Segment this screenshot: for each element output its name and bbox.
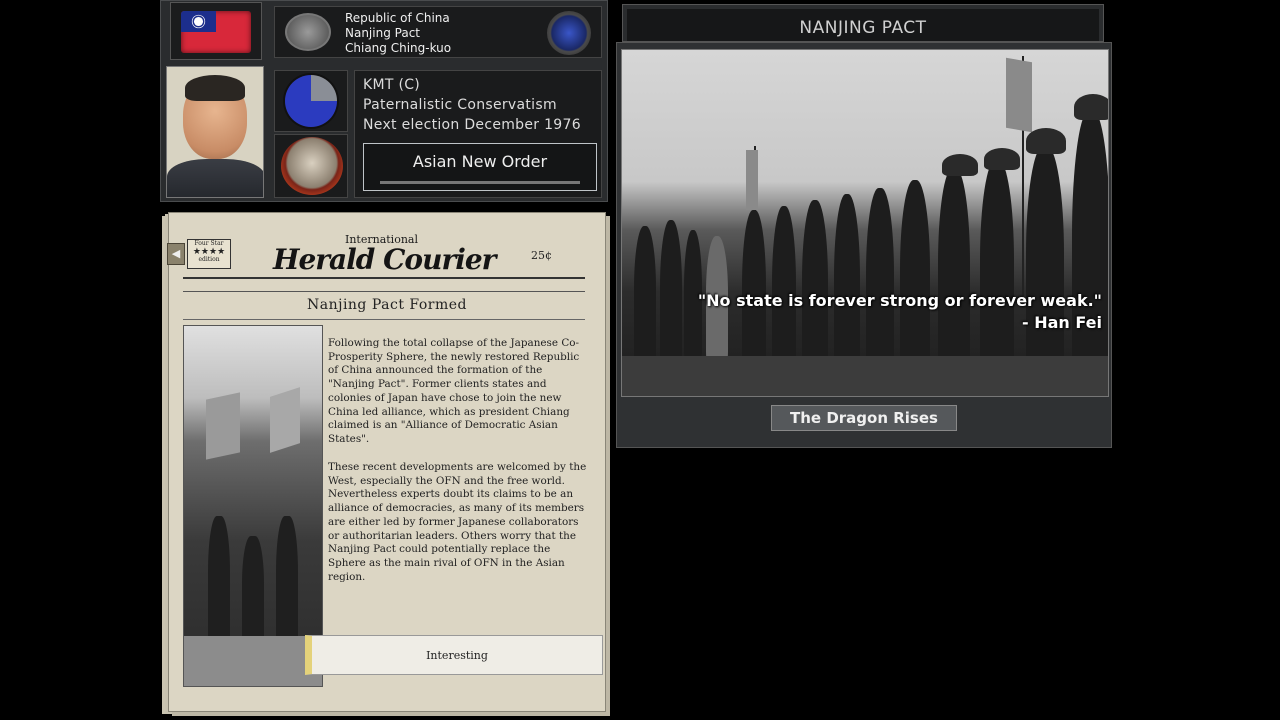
flag-sun-icon (193, 16, 204, 27)
event-window: "No state is forever strong or forever w… (616, 42, 1112, 448)
event-title-bar: NANJING PACT (622, 4, 1104, 42)
portrait-hair (185, 75, 245, 101)
country-name: Republic of China (345, 11, 450, 25)
image-soldier (834, 194, 860, 380)
photo-flag (270, 387, 300, 453)
news-photo (183, 325, 323, 687)
ideology-name: Paternalistic Conservatism (363, 97, 557, 113)
leader-name: Chiang Ching-kuo (345, 41, 452, 55)
image-soldier (660, 220, 682, 370)
event-quote: "No state is forever strong or forever w… (698, 290, 1102, 334)
newspaper-price: 25¢ (531, 249, 552, 262)
ideology-button-label: Asian New Order (412, 152, 548, 171)
image-soldier (634, 226, 656, 366)
image-soldier (980, 160, 1014, 384)
event-image: "No state is forever strong or forever w… (621, 49, 1109, 397)
image-helmet (1074, 94, 1108, 120)
image-soldier (900, 180, 930, 380)
popularity-pie-box[interactable] (274, 70, 348, 132)
collapse-arrow-icon[interactable]: ◀ (167, 243, 185, 265)
quote-author: - Han Fei (1022, 313, 1102, 332)
edition-line2: edition (198, 256, 220, 263)
image-flag (746, 150, 758, 210)
interesting-button-label: Interesting (426, 649, 488, 662)
newspaper-event: ◀ Four Star ★★★★ edition International H… (167, 212, 606, 712)
quote-text: "No state is forever strong or forever w… (697, 291, 1102, 310)
masthead-rule (183, 277, 585, 279)
photo-flag (206, 392, 240, 460)
image-ground (622, 356, 1108, 396)
faction-name: Nanjing Pact (345, 26, 420, 40)
edition-stars-icon: ★★★★ (192, 247, 226, 257)
election-date: Next election December 1976 (363, 117, 581, 133)
photo-ground (184, 636, 322, 686)
event-option-label: The Dragon Rises (790, 409, 938, 427)
event-option-button[interactable]: The Dragon Rises (771, 405, 957, 431)
image-soldier (938, 168, 970, 382)
news-headline: Nanjing Pact Formed (306, 297, 467, 313)
ideology-button[interactable]: Asian New Order (363, 143, 597, 191)
portrait-suit (167, 159, 263, 197)
newspaper-masthead: Herald Courier (273, 243, 496, 276)
photo-soldier (208, 516, 230, 656)
advisor-portrait-icon (281, 137, 343, 195)
ideology-progress-bar (380, 181, 580, 184)
news-paragraph-2: These recent developments are welcomed b… (328, 461, 587, 583)
government-emblem-icon[interactable] (285, 13, 331, 51)
image-soldier (1072, 110, 1108, 390)
country-info-box: Republic of China Nanjing Pact Chiang Ch… (274, 6, 602, 58)
party-name: KMT (C) (363, 77, 421, 93)
image-helmet (984, 148, 1020, 170)
advisor-box[interactable] (274, 134, 348, 198)
interesting-button[interactable]: Interesting (305, 635, 603, 675)
party-popularity-pie-chart (285, 75, 337, 127)
faction-emblem-icon[interactable] (547, 11, 591, 55)
image-soldier (1026, 146, 1064, 386)
leader-portrait[interactable] (166, 66, 264, 198)
image-helmet (1026, 128, 1066, 154)
image-soldier (866, 188, 894, 380)
image-flag (1006, 57, 1032, 133)
event-title-inner: NANJING PACT (627, 9, 1099, 41)
headline-rule (183, 319, 585, 320)
news-paragraph-1: Following the total collapse of the Japa… (328, 337, 580, 445)
country-flag-button[interactable] (170, 2, 262, 60)
photo-soldier (276, 516, 298, 656)
party-info-box: KMT (C) Paternalistic Conservatism Next … (354, 70, 602, 198)
masthead-rule-thin (183, 291, 585, 292)
event-title: NANJING PACT (799, 18, 927, 38)
edition-badge: Four Star ★★★★ edition (187, 239, 231, 269)
roc-flag-icon (181, 11, 251, 53)
image-helmet (942, 154, 978, 176)
